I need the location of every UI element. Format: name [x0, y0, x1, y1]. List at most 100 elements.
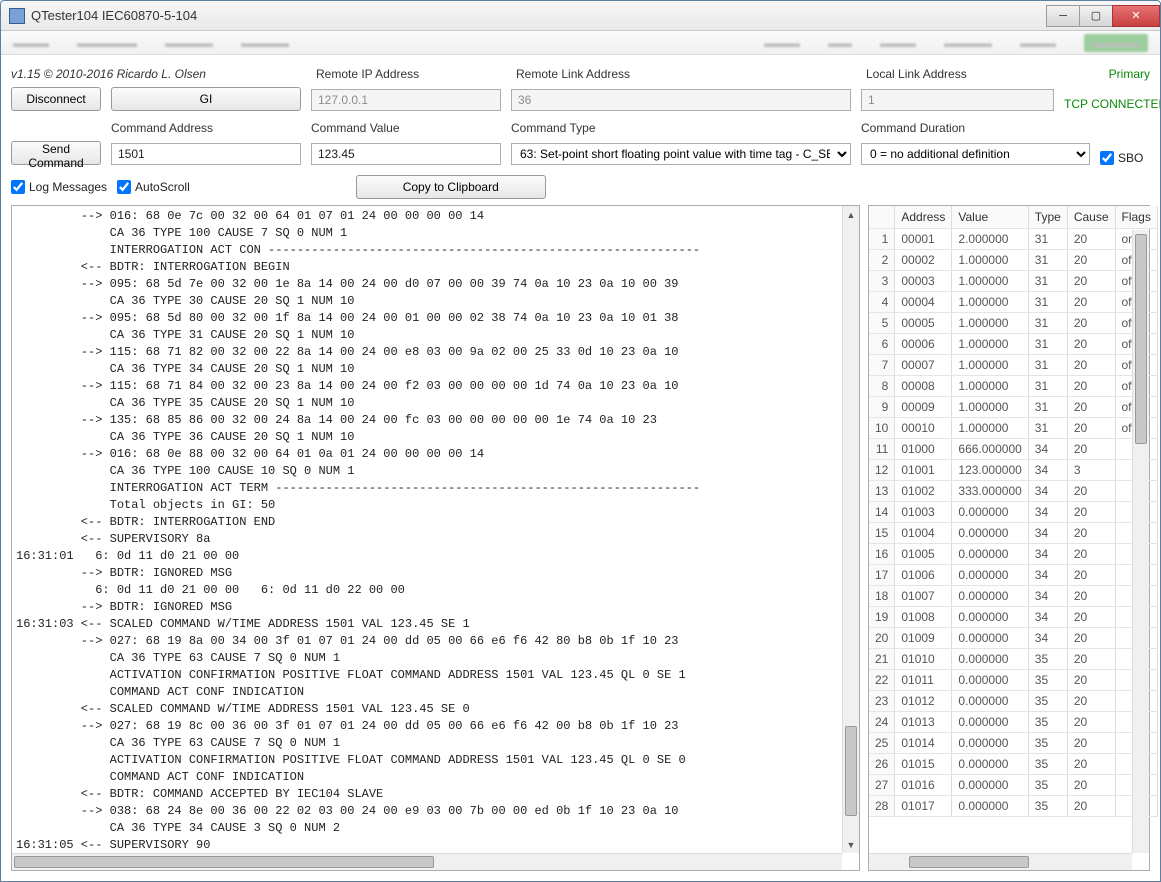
- cell-value: 0.000000: [952, 543, 1028, 564]
- cell-type: 35: [1028, 795, 1067, 816]
- scroll-thumb-h[interactable]: [909, 856, 1029, 868]
- table-row[interactable]: 16010050.0000003420: [869, 543, 1157, 564]
- table-header-address[interactable]: Address: [895, 206, 952, 228]
- table-row[interactable]: 15010040.0000003420: [869, 522, 1157, 543]
- app-window: QTester104 IEC60870-5-104 ─ ▢ ✕ ▬▬▬ ▬▬▬▬…: [0, 0, 1161, 882]
- cell-cause: 20: [1067, 690, 1115, 711]
- sbo-checkbox[interactable]: SBO: [1100, 151, 1150, 165]
- table-row[interactable]: 9000091.0000003120off: [869, 396, 1157, 417]
- command-address-label: Command Address: [111, 121, 301, 135]
- scroll-down-icon[interactable]: ▼: [843, 836, 859, 853]
- table-vertical-scrollbar[interactable]: [1132, 230, 1149, 853]
- local-link-input: [861, 89, 1054, 111]
- cell-cause: 20: [1067, 501, 1115, 522]
- table-row[interactable]: 26010150.0000003520: [869, 753, 1157, 774]
- send-command-button[interactable]: Send Command: [11, 141, 101, 165]
- points-table-pane: AddressValueTypeCauseFlags 1000012.00000…: [868, 205, 1150, 871]
- cell-cause: 20: [1067, 417, 1115, 438]
- table-row[interactable]: 23010120.0000003520: [869, 690, 1157, 711]
- command-value-input[interactable]: [311, 143, 501, 165]
- close-button[interactable]: ✕: [1112, 5, 1160, 27]
- cell-type: 35: [1028, 753, 1067, 774]
- cell-type: 31: [1028, 396, 1067, 417]
- cell-address: 00007: [895, 354, 952, 375]
- table-row[interactable]: 20010090.0000003420: [869, 627, 1157, 648]
- titlebar[interactable]: QTester104 IEC60870-5-104 ─ ▢ ✕: [1, 1, 1160, 31]
- table-row[interactable]: 22010110.0000003520: [869, 669, 1157, 690]
- cell-value: 1.000000: [952, 396, 1028, 417]
- table-horizontal-scrollbar[interactable]: [869, 853, 1132, 870]
- cell-cause: 20: [1067, 438, 1115, 459]
- table-row[interactable]: 8000081.0000003120off: [869, 375, 1157, 396]
- table-row[interactable]: 10000101.0000003120off: [869, 417, 1157, 438]
- table-row[interactable]: 5000051.0000003120off: [869, 312, 1157, 333]
- table-header-rownum[interactable]: [869, 206, 895, 228]
- cell-rownum: 14: [869, 501, 895, 522]
- table-row[interactable]: 25010140.0000003520: [869, 732, 1157, 753]
- cell-rownum: 18: [869, 585, 895, 606]
- cell-address: 01011: [895, 669, 952, 690]
- scroll-thumb[interactable]: [1135, 234, 1147, 444]
- cell-rownum: 5: [869, 312, 895, 333]
- cell-cause: 20: [1067, 585, 1115, 606]
- command-duration-select[interactable]: 0 = no additional definition: [861, 143, 1090, 165]
- table-row[interactable]: 1201001123.000000343: [869, 459, 1157, 480]
- disconnect-button[interactable]: Disconnect: [11, 87, 101, 111]
- log-messages-checkbox-input[interactable]: [11, 180, 25, 194]
- table-row[interactable]: 18010070.0000003420: [869, 585, 1157, 606]
- cell-rownum: 23: [869, 690, 895, 711]
- cell-cause: 20: [1067, 711, 1115, 732]
- table-row[interactable]: 19010080.0000003420: [869, 606, 1157, 627]
- scroll-thumb[interactable]: [845, 726, 857, 816]
- command-address-input[interactable]: [111, 143, 301, 165]
- log-text[interactable]: --> 016: 68 0e 7c 00 32 00 64 01 07 01 2…: [12, 206, 859, 870]
- cell-cause: 20: [1067, 249, 1115, 270]
- cell-rownum: 6: [869, 333, 895, 354]
- cell-address: 01002: [895, 480, 952, 501]
- cell-address: 01008: [895, 606, 952, 627]
- table-row[interactable]: 1000012.0000003120on: [869, 228, 1157, 249]
- cell-value: 2.000000: [952, 228, 1028, 249]
- table-row[interactable]: 6000061.0000003120off: [869, 333, 1157, 354]
- table-row[interactable]: 28010170.0000003520: [869, 795, 1157, 816]
- sbo-checkbox-input[interactable]: [1100, 151, 1114, 165]
- table-header-cause[interactable]: Cause: [1067, 206, 1115, 228]
- table-row[interactable]: 14010030.0000003420: [869, 501, 1157, 522]
- gi-button[interactable]: GI: [111, 87, 301, 111]
- minimize-button[interactable]: ─: [1046, 5, 1080, 27]
- cell-value: 0.000000: [952, 795, 1028, 816]
- cell-type: 34: [1028, 543, 1067, 564]
- scroll-thumb-h[interactable]: [14, 856, 434, 868]
- cell-address: 01017: [895, 795, 952, 816]
- table-header-type[interactable]: Type: [1028, 206, 1067, 228]
- table-row[interactable]: 17010060.0000003420: [869, 564, 1157, 585]
- command-type-select[interactable]: 63: Set-point short floating point value…: [511, 143, 851, 165]
- table-row[interactable]: 1101000666.0000003420: [869, 438, 1157, 459]
- table-header-row[interactable]: AddressValueTypeCauseFlags: [869, 206, 1157, 228]
- log-horizontal-scrollbar[interactable]: [12, 853, 842, 870]
- table-row[interactable]: 1301002333.0000003420: [869, 480, 1157, 501]
- maximize-button[interactable]: ▢: [1079, 5, 1113, 27]
- autoscroll-checkbox[interactable]: AutoScroll: [117, 180, 190, 194]
- autoscroll-checkbox-input[interactable]: [117, 180, 131, 194]
- cell-cause: 20: [1067, 606, 1115, 627]
- cell-type: 35: [1028, 669, 1067, 690]
- log-messages-checkbox[interactable]: Log Messages: [11, 180, 107, 194]
- table-row[interactable]: 3000031.0000003120off: [869, 270, 1157, 291]
- cell-address: 01014: [895, 732, 952, 753]
- table-header-flags[interactable]: Flags: [1115, 206, 1157, 228]
- table-row[interactable]: 21010100.0000003520: [869, 648, 1157, 669]
- cell-address: 01005: [895, 543, 952, 564]
- table-row[interactable]: 2000021.0000003120off: [869, 249, 1157, 270]
- cell-type: 34: [1028, 606, 1067, 627]
- scroll-up-icon[interactable]: ▲: [843, 206, 859, 223]
- cell-rownum: 10: [869, 417, 895, 438]
- table-row[interactable]: 27010160.0000003520: [869, 774, 1157, 795]
- table-row[interactable]: 4000041.0000003120off: [869, 291, 1157, 312]
- table-row[interactable]: 7000071.0000003120off: [869, 354, 1157, 375]
- table-row[interactable]: 24010130.0000003520: [869, 711, 1157, 732]
- table-header-value[interactable]: Value: [952, 206, 1028, 228]
- cell-type: 31: [1028, 417, 1067, 438]
- log-vertical-scrollbar[interactable]: ▲ ▼: [842, 206, 859, 853]
- copy-to-clipboard-button[interactable]: Copy to Clipboard: [356, 175, 546, 199]
